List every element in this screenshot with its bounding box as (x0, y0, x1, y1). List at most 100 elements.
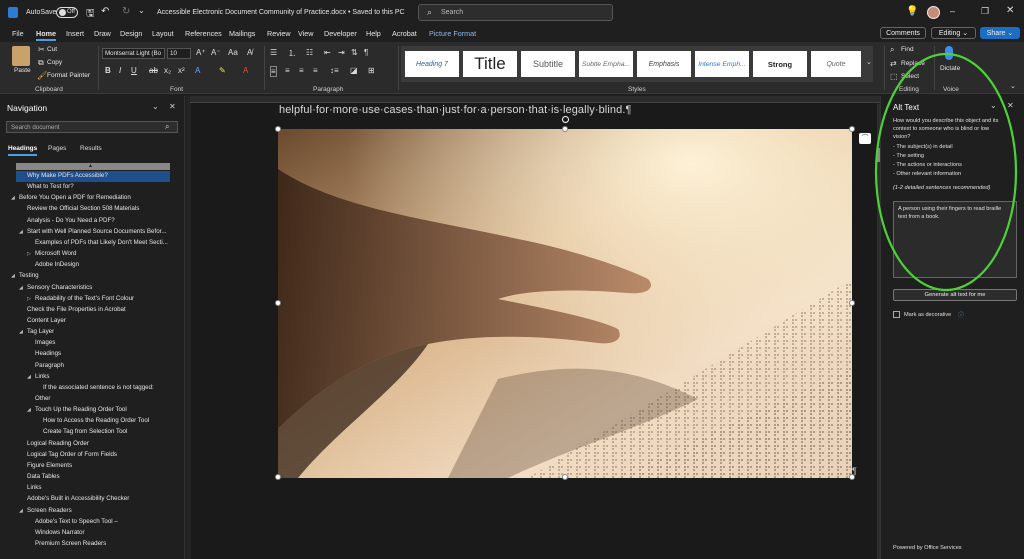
nav-heading-item[interactable]: Images (35, 339, 55, 346)
cut-button[interactable]: Cut (47, 46, 57, 53)
comments-button[interactable]: Comments (880, 27, 926, 39)
nav-heading-item[interactable]: What to Test for? (27, 183, 74, 190)
info-icon[interactable]: ⓘ (958, 310, 964, 319)
restore-icon[interactable]: ❐ (981, 6, 989, 17)
tab-layout[interactable]: Layout (152, 29, 174, 38)
text-effects-icon[interactable]: A (195, 66, 200, 75)
tab-home[interactable]: Home (36, 29, 56, 41)
justify-icon[interactable]: ≡ (313, 66, 318, 75)
nav-heading-item[interactable]: Adobe InDesign (35, 261, 79, 268)
nav-heading-item[interactable]: Touch Up the Reading Order Tool (35, 406, 127, 413)
mark-decorative-checkbox[interactable] (893, 311, 900, 318)
style-strong[interactable]: Strong (753, 51, 807, 77)
collapse-arrow-icon[interactable]: ◢ (27, 407, 31, 413)
tab-acrobat[interactable]: Acrobat (392, 29, 417, 38)
nav-heading-item[interactable]: Paragraph (35, 362, 64, 369)
borders-icon[interactable]: ⊞ (368, 66, 375, 75)
autosave-toggle[interactable]: Off (56, 7, 78, 18)
collapse-arrow-icon[interactable]: ◢ (19, 329, 23, 335)
chevron-down-icon[interactable]: ⌄ (152, 102, 159, 111)
tab-draw[interactable]: Draw (94, 29, 111, 38)
resize-handle-top[interactable] (562, 126, 568, 132)
body-text[interactable]: helpful·for·more·use·cases·than·just·for… (279, 104, 632, 116)
resize-handle-left[interactable] (275, 300, 281, 306)
copy-button[interactable]: Copy (47, 59, 62, 66)
rotate-handle-icon[interactable] (562, 116, 569, 123)
nav-heading-item[interactable]: Other (35, 395, 50, 402)
show-formatting-icon[interactable]: ¶ (364, 48, 368, 57)
tab-results[interactable]: Results (80, 145, 102, 152)
close-icon[interactable]: ✕ (1006, 5, 1014, 16)
change-case-icon[interactable]: Aa (228, 48, 238, 57)
nav-heading-item[interactable]: Create Tag from Selection Tool (43, 428, 127, 435)
paste-icon[interactable] (12, 46, 30, 66)
collapse-arrow-icon[interactable]: ◢ (19, 508, 23, 514)
nav-heading-item[interactable]: Headings (35, 350, 61, 357)
tab-pages[interactable]: Pages (48, 145, 66, 152)
font-size-select[interactable]: 10 (167, 48, 191, 59)
nav-heading-item[interactable]: Logical Tag Order of Form Fields (27, 451, 117, 458)
scroll-up-bar[interactable]: ▴ (16, 163, 170, 170)
underline-icon[interactable]: U (131, 66, 137, 75)
nav-heading-item[interactable]: Readability of the Text's Font Colour (35, 295, 134, 302)
tab-picture-format[interactable]: Picture Format (429, 29, 476, 38)
nav-heading-item[interactable]: Check the File Properties in Acrobat (27, 306, 126, 313)
bold-icon[interactable]: B (105, 66, 111, 75)
nav-heading-item[interactable]: Sensory Characteristics (27, 284, 92, 291)
nav-heading-item[interactable]: Adobe's Text to Speech Tool – (35, 518, 118, 525)
align-left-icon[interactable]: ≡ (270, 66, 277, 77)
nav-heading-item[interactable]: Review the Official Section 508 Material… (27, 205, 139, 212)
braille-image[interactable] (278, 129, 852, 478)
style-emphasis[interactable]: Emphasis (637, 51, 691, 77)
tab-file[interactable]: File (12, 29, 24, 38)
close-pane-icon[interactable]: ✕ (169, 102, 176, 111)
superscript-icon[interactable]: x² (178, 66, 185, 75)
nav-heading-item[interactable]: Tag Layer (27, 328, 54, 335)
resize-handle-right[interactable] (849, 300, 855, 306)
sort-icon[interactable]: ⇅ (351, 48, 358, 57)
resize-handle-bottom-left[interactable] (275, 474, 281, 480)
tab-design[interactable]: Design (120, 29, 142, 38)
increase-indent-icon[interactable]: ⇥ (338, 48, 345, 57)
nav-heading-item[interactable]: Links (27, 484, 41, 491)
nav-heading-item[interactable]: Premium Screen Readers (35, 540, 106, 547)
lightbulb-icon[interactable]: 💡 (906, 6, 918, 17)
numbering-icon[interactable]: ⒈ (288, 48, 296, 59)
save-icon[interactable]: 🖫 (86, 6, 95, 23)
nav-heading-item[interactable]: Testing (19, 272, 39, 279)
shrink-font-icon[interactable]: A⁻ (211, 48, 221, 57)
font-color-icon[interactable]: A (243, 66, 248, 75)
align-center-icon[interactable]: ≡ (285, 66, 290, 75)
nav-heading-item[interactable]: Microsoft Word (35, 250, 77, 257)
strikethrough-icon[interactable]: ab (149, 66, 158, 75)
collapse-arrow-icon[interactable]: ◢ (27, 374, 31, 380)
tab-review[interactable]: Review (267, 29, 291, 38)
tab-help[interactable]: Help (366, 29, 381, 38)
multilevel-list-icon[interactable]: ☷ (306, 48, 313, 57)
shading-icon[interactable]: ◪ (350, 66, 358, 75)
format-painter-icon[interactable]: 🖌 (37, 71, 47, 80)
nav-heading-item[interactable]: Why Make PDFs Accessible? (27, 172, 108, 179)
cut-icon[interactable]: ✂ (38, 45, 45, 54)
undo-icon[interactable]: ↶ (101, 6, 109, 17)
copy-icon[interactable]: ⧉ (38, 58, 44, 68)
tab-headings[interactable]: Headings (8, 145, 38, 156)
style-subtle-emphasis[interactable]: Subtle Empha... (579, 51, 633, 77)
nav-heading-item[interactable]: Windows Narrator (35, 529, 85, 536)
resize-handle-top-right[interactable] (849, 126, 855, 132)
nav-heading-item[interactable]: Content Layer (27, 317, 66, 324)
nav-heading-item[interactable]: Start with Well Planned Source Documents… (27, 228, 167, 235)
tab-mailings[interactable]: Mailings (229, 29, 255, 38)
nav-heading-item[interactable]: Examples of PDFs that Likely Don't Meet … (35, 239, 168, 246)
collapse-arrow-icon[interactable]: ◢ (19, 229, 23, 235)
redo-icon[interactable]: ↻ (122, 6, 130, 17)
tab-references[interactable]: References (185, 29, 222, 38)
paste-button[interactable]: Paste (14, 67, 31, 74)
editing-mode-button[interactable]: Editing ⌄ (931, 27, 976, 39)
nav-heading-item[interactable]: If the associated sentence is not tagged… (43, 384, 154, 391)
collapse-arrow-icon[interactable]: ◢ (19, 285, 23, 291)
nav-heading-item[interactable]: Analysis - Do You Need a PDF? (27, 217, 115, 224)
nav-heading-item[interactable]: Logical Reading Order (27, 440, 89, 447)
style-quote[interactable]: Quote (811, 51, 861, 77)
font-name-select[interactable]: Montserrat Light (Bo (102, 48, 165, 59)
